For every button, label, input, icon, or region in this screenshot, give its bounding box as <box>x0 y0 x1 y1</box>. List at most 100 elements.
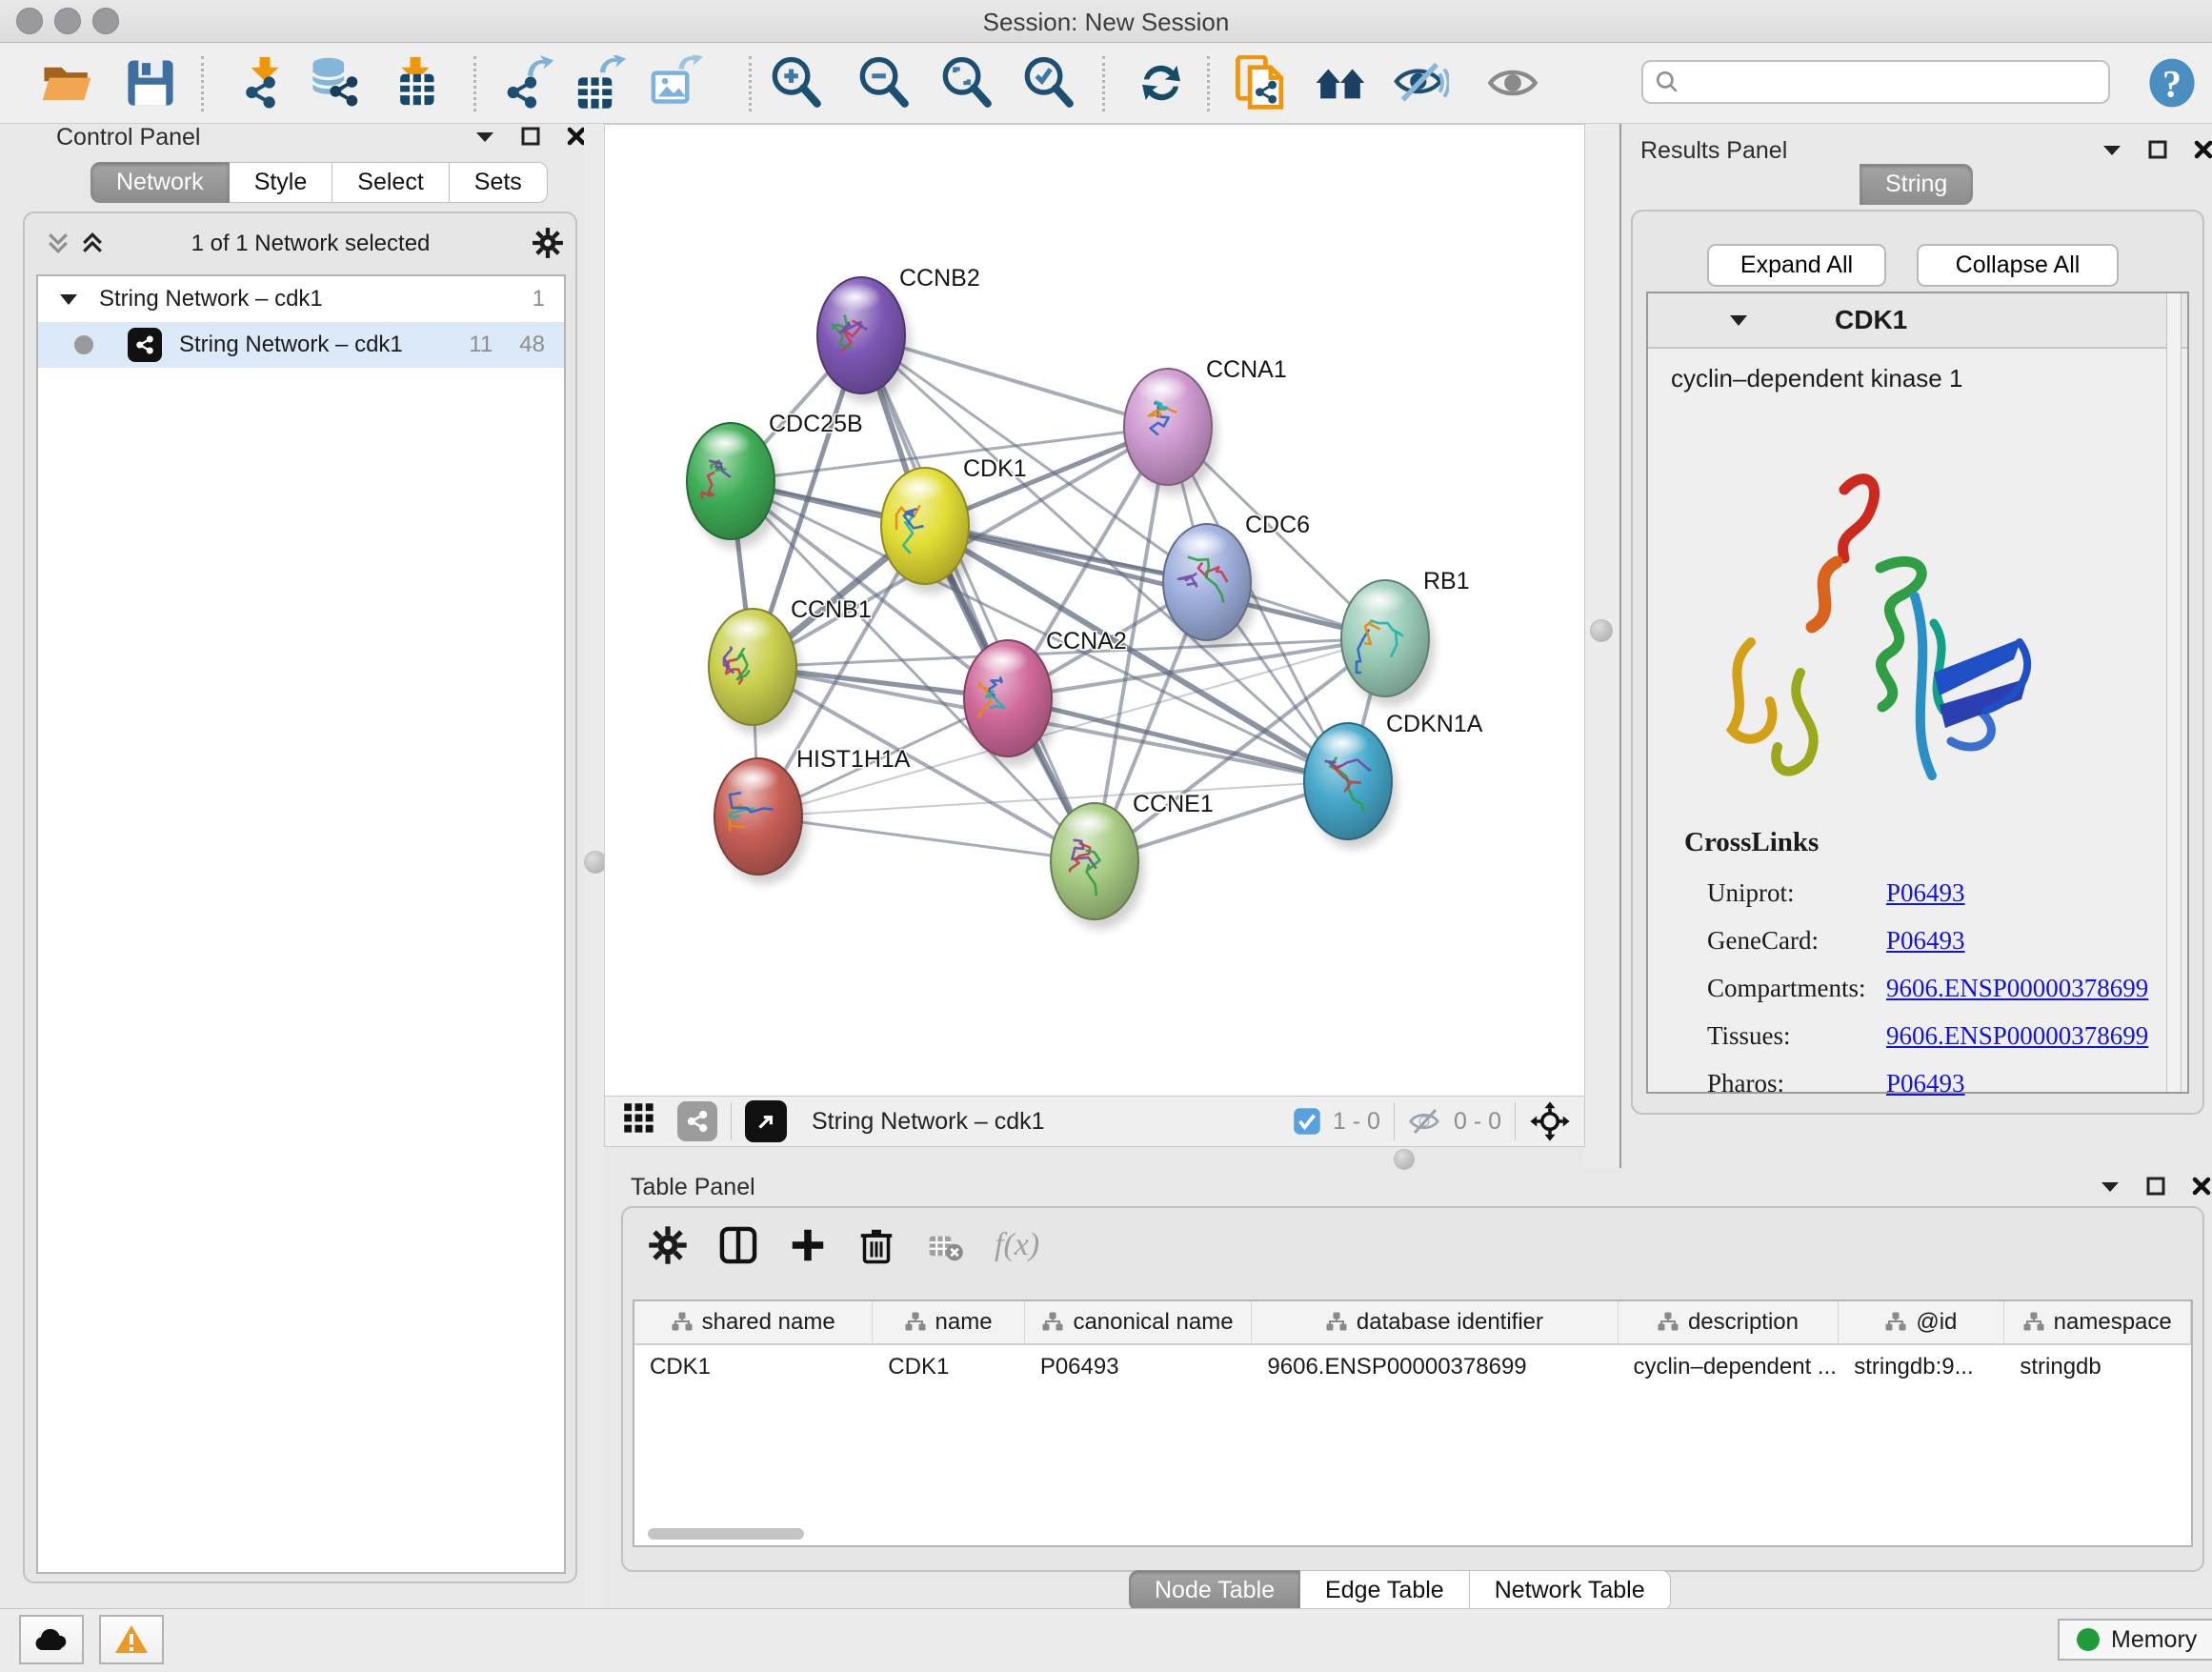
delete-column-trash-icon[interactable] <box>857 1226 895 1264</box>
network-node-CDK1[interactable] <box>881 468 969 584</box>
column-header-canonical-name[interactable]: canonical name <box>1025 1301 1253 1343</box>
fit-selected-crosshair-icon[interactable] <box>1529 1100 1571 1142</box>
birdseye-grid-icon[interactable] <box>622 1101 656 1142</box>
crosslink-link[interactable]: P06493 <box>1886 926 1965 956</box>
search-box[interactable] <box>1641 60 2110 104</box>
zoom-fit-button[interactable] <box>936 52 997 113</box>
network-node-CCNB1[interactable] <box>709 609 796 725</box>
collapse-triangle-icon[interactable] <box>59 292 78 307</box>
crosslink-link[interactable]: P06493 <box>1886 1069 1965 1098</box>
export-network-button[interactable] <box>499 52 560 113</box>
edge-CCNB2-CCNE1[interactable] <box>861 335 1095 861</box>
network-graph[interactable]: CCNB2CCNA1CDC25BCDK1CDC6RB1CCNB1CCNA2CDK… <box>605 125 1584 1096</box>
network-node-CDC25B[interactable] <box>687 423 774 539</box>
maximize-panel-icon[interactable] <box>2145 1176 2166 1197</box>
crosslink-link[interactable]: P06493 <box>1886 878 1965 908</box>
horizontal-splitter-handle[interactable] <box>1394 1149 1415 1170</box>
crosslink-link[interactable]: 9606.ENSP00000378699 <box>1886 1021 2148 1051</box>
column-header-@id[interactable]: @id <box>1839 1301 2004 1343</box>
tab-style[interactable]: Style <box>230 162 333 203</box>
create-column-plus-icon[interactable] <box>789 1226 827 1264</box>
table-type-tabs: Node TableEdge TableNetwork Table <box>1129 1570 1671 1611</box>
node-details-header[interactable]: CDK1 <box>1648 293 2187 349</box>
tab-select[interactable]: Select <box>332 162 449 203</box>
search-icon <box>1655 70 1679 94</box>
table-horizontal-scrollbar[interactable] <box>634 1526 2191 1541</box>
left-splitter[interactable] <box>584 124 604 1608</box>
float-panel-icon[interactable] <box>2101 142 2122 157</box>
open-in-window-icon[interactable] <box>745 1100 787 1142</box>
network-row-selected[interactable]: String Network – cdk1 11 48 <box>38 322 564 368</box>
float-panel-icon[interactable] <box>2100 1178 2121 1194</box>
network-node-RB1[interactable] <box>1341 580 1429 696</box>
zoom-selected-button[interactable] <box>1018 52 1079 113</box>
network-current-dot <box>74 335 93 354</box>
column-header-database-identifier[interactable]: database identifier <box>1252 1301 1618 1343</box>
refresh-button[interactable] <box>1131 52 1192 113</box>
float-panel-icon[interactable] <box>474 129 495 144</box>
export-image-button[interactable] <box>645 52 706 113</box>
collapse-all-networks-icon[interactable] <box>44 229 72 262</box>
cloud-status-button[interactable] <box>19 1615 84 1664</box>
tab-node-table[interactable]: Node Table <box>1129 1570 1300 1611</box>
control-panel-title: Control Panel <box>56 124 200 151</box>
network-collection-row[interactable]: String Network – cdk1 1 <box>38 276 564 322</box>
table-settings-gear-icon[interactable] <box>648 1225 688 1265</box>
results-vertical-scrollbar[interactable] <box>2166 293 2182 1092</box>
network-node-CCNA2[interactable] <box>964 640 1052 756</box>
network-node-CDC6[interactable] <box>1163 524 1251 640</box>
network-node-count: 11 <box>469 332 493 358</box>
open-session-button[interactable] <box>36 52 97 113</box>
show-columns-icon[interactable] <box>718 1225 758 1265</box>
clone-network-button[interactable] <box>1230 52 1291 113</box>
network-node-CCNB2[interactable] <box>817 277 905 393</box>
tab-edge-table[interactable]: Edge Table <box>1300 1570 1470 1611</box>
close-panel-icon[interactable] <box>2193 139 2212 160</box>
show-all-button[interactable] <box>1482 52 1543 113</box>
search-input[interactable] <box>1679 68 2083 96</box>
edge-CDK1-RB1[interactable] <box>925 526 1385 638</box>
network-options-gear-icon[interactable] <box>532 227 564 264</box>
import-table-file-button[interactable] <box>385 52 446 113</box>
column-header-namespace[interactable]: namespace <box>2004 1301 2191 1343</box>
memory-button[interactable]: Memory <box>2058 1619 2212 1661</box>
column-header-description[interactable]: description <box>1619 1301 1840 1343</box>
close-panel-icon[interactable] <box>2191 1176 2212 1197</box>
crosslink-link[interactable]: 9606.ENSP00000378699 <box>1886 974 2148 1003</box>
maximize-panel-icon[interactable] <box>2147 139 2168 160</box>
right-splitter[interactable] <box>1584 124 1619 1168</box>
column-header-shared-name[interactable]: shared name <box>634 1301 873 1343</box>
hide-selected-button[interactable] <box>1391 52 1452 113</box>
right-splitter-handle[interactable] <box>1590 619 1613 642</box>
scrollbar-thumb[interactable] <box>648 1528 804 1540</box>
zoom-out-button[interactable] <box>854 52 915 113</box>
table-row[interactable]: CDK1CDK1P064939606.ENSP00000378699cyclin… <box>634 1345 2191 1389</box>
network-node-CCNA1[interactable] <box>1124 369 1212 485</box>
network-node-HIST1H1A[interactable] <box>714 758 802 875</box>
tab-network-table[interactable]: Network Table <box>1470 1570 1671 1611</box>
expand-all-button[interactable]: Expand All <box>1707 244 1886 287</box>
warnings-button[interactable] <box>99 1615 164 1664</box>
column-header-name[interactable]: name <box>873 1301 1024 1343</box>
maximize-panel-icon[interactable] <box>520 126 541 147</box>
edge-CCNE1-HIST1H1A[interactable] <box>758 816 1095 861</box>
tab-network[interactable]: Network <box>90 162 230 203</box>
export-table-button[interactable] <box>570 52 631 113</box>
collapse-all-button[interactable]: Collapse All <box>1917 244 2119 287</box>
first-neighbors-button[interactable] <box>1310 52 1371 113</box>
collapse-section-icon[interactable] <box>1728 312 1749 328</box>
control-panel-tabs: NetworkStyleSelectSets <box>90 162 548 203</box>
expand-all-networks-icon[interactable] <box>78 229 107 262</box>
database-icon <box>308 55 363 111</box>
tab-string[interactable]: String <box>1860 164 1973 205</box>
toolbar-separator <box>201 56 204 111</box>
save-session-button[interactable] <box>120 52 181 113</box>
network-node-CDKN1A[interactable] <box>1304 723 1392 839</box>
zoom-in-button[interactable] <box>766 52 827 113</box>
tab-sets[interactable]: Sets <box>450 162 548 203</box>
help-button[interactable]: ? <box>2142 52 2202 113</box>
network-node-CCNE1[interactable] <box>1051 803 1138 919</box>
import-network-database-button[interactable] <box>305 52 366 113</box>
network-canvas[interactable]: CCNB2CCNA1CDC25BCDK1CDC6RB1CCNB1CCNA2CDK… <box>604 124 1585 1097</box>
import-network-file-button[interactable] <box>234 52 295 113</box>
